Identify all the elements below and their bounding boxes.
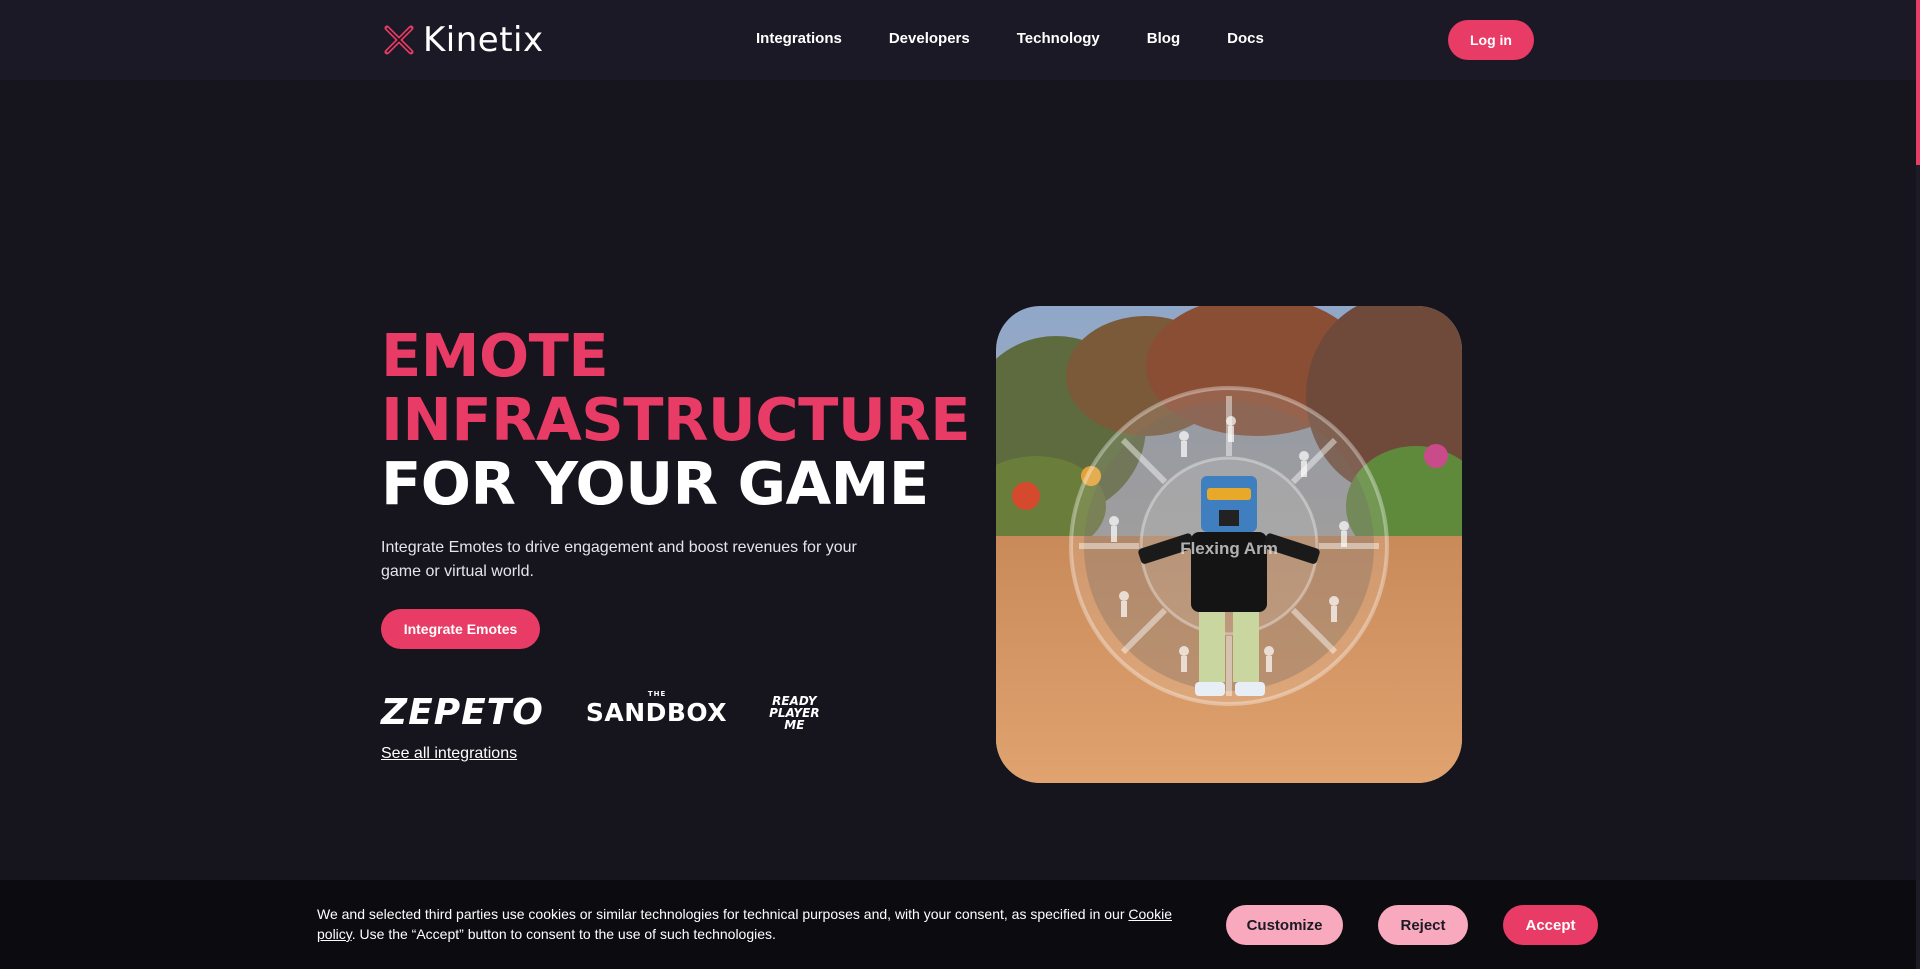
hero-title-line-2: INFRASTRUCTURE xyxy=(381,385,971,454)
cookie-reject-button[interactable]: Reject xyxy=(1378,905,1468,945)
main-nav: Integrations Developers Technology Blog … xyxy=(756,30,1311,47)
hero-title-line-1: EMOTE xyxy=(381,321,609,390)
cookie-customize-button[interactable]: Customize xyxy=(1226,905,1343,945)
nav-integrations[interactable]: Integrations xyxy=(756,30,842,47)
hero-emote-wheel-image: Flexing Arm xyxy=(996,306,1462,783)
hero-subtitle: Integrate Emotes to drive engagement and… xyxy=(381,539,857,580)
rpm-line-3: ME xyxy=(784,717,805,732)
login-button[interactable]: Log in xyxy=(1448,20,1534,60)
the-sandbox-logo: THE SANDBOX xyxy=(585,690,728,727)
cookie-text-part-2: . Use the “Accept” button to consent to … xyxy=(351,926,776,942)
emote-wheel-caption: Flexing Arm xyxy=(1180,539,1278,558)
nav-technology[interactable]: Technology xyxy=(1017,30,1100,47)
page-scrollbar[interactable] xyxy=(1916,0,1920,969)
logo-text: Kinetix xyxy=(423,20,544,60)
sandbox-logo-text: SANDBOX xyxy=(585,698,728,727)
sandbox-logo-small-text: THE xyxy=(647,690,667,698)
scrollbar-thumb[interactable] xyxy=(1916,0,1920,165)
zepeto-logo: ZEPETO xyxy=(381,692,544,733)
nav-developers[interactable]: Developers xyxy=(889,30,970,47)
hero-title: EMOTE INFRASTRUCTURE FOR YOUR GAME xyxy=(381,321,971,518)
emote-wheel-illustration: Flexing Arm xyxy=(996,306,1462,783)
nav-blog[interactable]: Blog xyxy=(1147,30,1180,47)
rpm-line-1: READY xyxy=(772,693,817,708)
see-all-integrations-link[interactable]: See all integrations xyxy=(381,745,517,763)
ready-player-me-logo: READY PLAYER ME xyxy=(769,695,819,731)
cookie-text-part-1: We and selected third parties use cookie… xyxy=(317,906,1129,922)
nav-docs[interactable]: Docs xyxy=(1227,30,1264,47)
cookie-banner: We and selected third parties use cookie… xyxy=(0,880,1916,969)
partner-logos: ZEPETO THE SANDBOX READY PLAYER ME xyxy=(381,690,820,733)
cookie-banner-text: We and selected third parties use cookie… xyxy=(317,904,1187,944)
integrate-emotes-button[interactable]: Integrate Emotes xyxy=(381,609,540,649)
kinetix-logo[interactable]: Kinetix xyxy=(381,20,544,60)
site-header: Kinetix Integrations Developers Technolo… xyxy=(0,0,1920,80)
kinetix-x-icon xyxy=(384,25,414,55)
rpm-line-2: PLAYER xyxy=(769,705,820,720)
cookie-accept-button[interactable]: Accept xyxy=(1503,905,1598,945)
hero-title-line-3: FOR YOUR GAME xyxy=(381,449,929,518)
